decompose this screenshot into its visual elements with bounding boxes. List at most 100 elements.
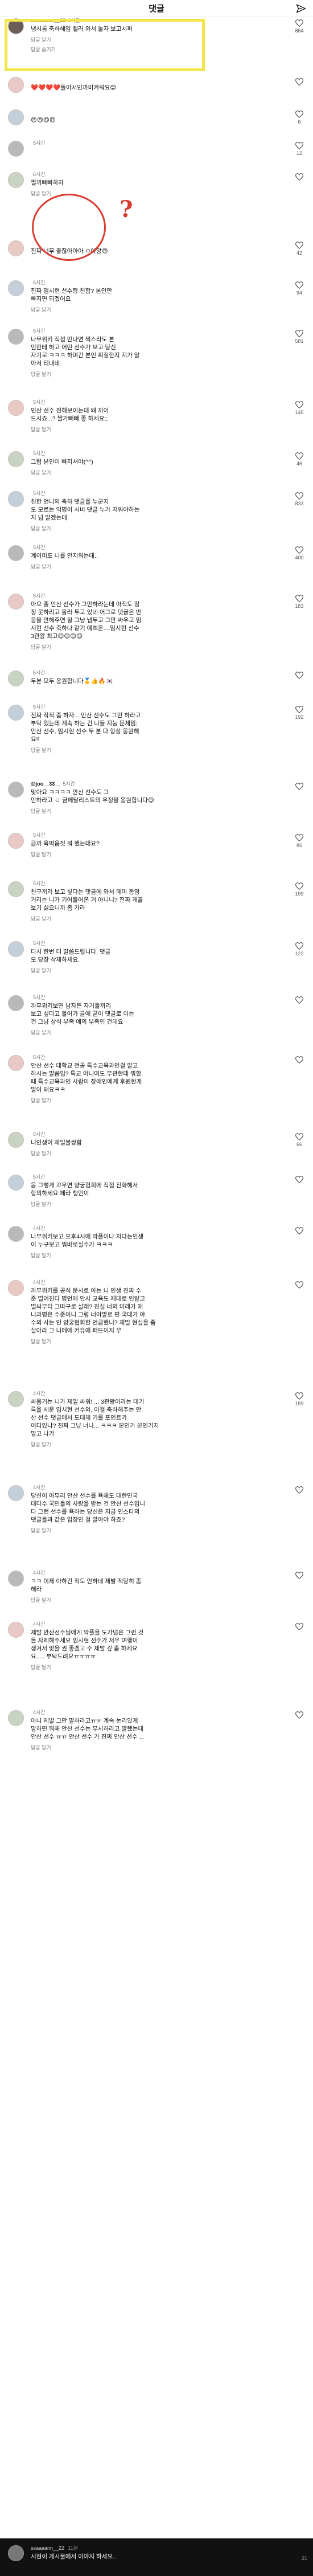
like-button[interactable]: 192	[293, 706, 306, 720]
heart-icon[interactable]	[293, 330, 306, 337]
heart-icon[interactable]	[293, 1486, 306, 1494]
reply-button[interactable]: 답글 달기	[31, 746, 270, 754]
like-button[interactable]: 42	[293, 242, 306, 256]
avatar[interactable]	[8, 545, 24, 561]
heart-icon[interactable]	[293, 546, 306, 554]
avatar[interactable]	[8, 670, 24, 686]
reply-button[interactable]: 답글 달기	[31, 1200, 270, 1208]
like-button[interactable]: 12	[293, 142, 306, 156]
avatar[interactable]	[8, 329, 24, 345]
heart-icon[interactable]	[293, 1281, 306, 1289]
avatar[interactable]	[8, 1391, 24, 1407]
avatar[interactable]	[8, 1055, 24, 1071]
reply-button[interactable]: 답글 달기	[31, 915, 270, 922]
heart-icon[interactable]	[293, 706, 306, 713]
reply-button[interactable]: 답글 달기	[31, 469, 270, 476]
avatar[interactable]	[8, 240, 24, 256]
avatar[interactable]	[8, 782, 24, 798]
heart-icon[interactable]	[293, 942, 306, 950]
heart-icon[interactable]	[293, 1176, 306, 1183]
avatar[interactable]	[8, 594, 24, 610]
avatar[interactable]	[8, 1622, 24, 1638]
like-button[interactable]	[293, 996, 306, 1005]
reply-button[interactable]: 답글 달기	[31, 1338, 270, 1345]
heart-icon[interactable]	[293, 1392, 306, 1400]
like-button[interactable]: 145	[293, 401, 306, 415]
heart-icon[interactable]	[293, 783, 306, 790]
heart-icon[interactable]	[293, 1572, 306, 1579]
like-button[interactable]: 66	[293, 1133, 306, 1147]
like-button[interactable]	[293, 1227, 306, 1236]
avatar[interactable]	[8, 1132, 24, 1148]
reply-button[interactable]: 답글 달기	[31, 967, 270, 974]
avatar[interactable]	[8, 172, 24, 188]
like-button[interactable]: 581	[293, 330, 306, 344]
like-button[interactable]	[293, 1486, 306, 1495]
like-button[interactable]	[293, 783, 306, 791]
like-button[interactable]	[293, 1176, 306, 1184]
reply-button[interactable]: 답글 달기	[31, 1150, 270, 1157]
heart-icon[interactable]	[293, 1056, 306, 1064]
heart-icon[interactable]	[293, 492, 306, 500]
reply-button[interactable]: 답글 달기	[31, 1596, 270, 1604]
heart-icon[interactable]	[293, 111, 306, 118]
avatar[interactable]	[8, 1710, 24, 1726]
avatar[interactable]	[8, 109, 24, 125]
like-button[interactable]: 400	[293, 546, 306, 561]
heart-icon[interactable]	[293, 173, 306, 181]
like-button[interactable]: 199	[293, 882, 306, 897]
reply-button[interactable]: 답글 달기	[31, 1744, 270, 1751]
like-button[interactable]: 122	[293, 942, 306, 956]
username[interactable]: @joo__33__	[31, 781, 60, 787]
avatar[interactable]	[8, 280, 24, 296]
avatar[interactable]	[8, 995, 24, 1011]
reply-button[interactable]: 답글 달기	[31, 807, 270, 815]
avatar[interactable]	[8, 1485, 24, 1501]
heart-icon[interactable]	[293, 672, 306, 679]
heart-icon[interactable]	[293, 19, 306, 27]
heart-icon[interactable]	[293, 834, 306, 841]
avatar[interactable]	[8, 1175, 24, 1191]
reply-button[interactable]: 답글 달기	[31, 851, 270, 858]
heart-icon[interactable]	[293, 1623, 306, 1630]
avatar[interactable]	[8, 400, 24, 416]
like-button[interactable]	[293, 1623, 306, 1632]
heart-icon[interactable]	[293, 1227, 306, 1234]
heart-icon[interactable]	[293, 1133, 306, 1140]
avatar[interactable]	[8, 141, 24, 157]
avatar[interactable]	[8, 491, 24, 507]
like-button[interactable]: 833	[293, 492, 306, 506]
heart-icon[interactable]	[293, 1711, 306, 1719]
heart-icon[interactable]	[293, 281, 306, 289]
heart-icon[interactable]	[293, 595, 306, 602]
avatar[interactable]	[8, 1226, 24, 1242]
reply-button[interactable]: 답글 달기	[31, 1663, 270, 1671]
heart-icon[interactable]	[293, 996, 306, 1004]
avatar[interactable]	[8, 451, 24, 467]
like-button[interactable]	[293, 672, 306, 680]
heart-icon[interactable]	[293, 401, 306, 408]
like-button[interactable]	[293, 1572, 306, 1580]
like-button[interactable]	[293, 78, 306, 87]
heart-icon[interactable]	[293, 78, 306, 85]
reply-button[interactable]: 답글 달기	[31, 1527, 270, 1534]
avatar[interactable]	[8, 941, 24, 957]
heart-icon[interactable]	[293, 142, 306, 149]
avatar[interactable]	[8, 833, 24, 849]
avatar[interactable]	[8, 881, 24, 897]
reply-button[interactable]: 답글 달기	[31, 370, 270, 378]
like-button[interactable]: 864	[293, 19, 306, 34]
heart-icon[interactable]	[293, 882, 306, 890]
avatar[interactable]	[8, 2545, 24, 2561]
avatar[interactable]	[8, 77, 24, 93]
reply-button[interactable]: 답글 달기	[31, 1441, 270, 1448]
reply-button[interactable]: 답글 달기	[31, 643, 270, 651]
reply-button[interactable]: 답글 달기	[31, 1252, 270, 1259]
heart-icon[interactable]	[293, 452, 306, 460]
heart-icon[interactable]	[293, 242, 306, 249]
like-button[interactable]: 159	[293, 1392, 306, 1406]
reply-button[interactable]: 답글 달기	[31, 525, 270, 532]
like-button[interactable]: 86	[293, 834, 306, 848]
reply-button[interactable]: 답글 달기	[31, 1029, 270, 1036]
like-button[interactable]	[293, 1281, 306, 1290]
